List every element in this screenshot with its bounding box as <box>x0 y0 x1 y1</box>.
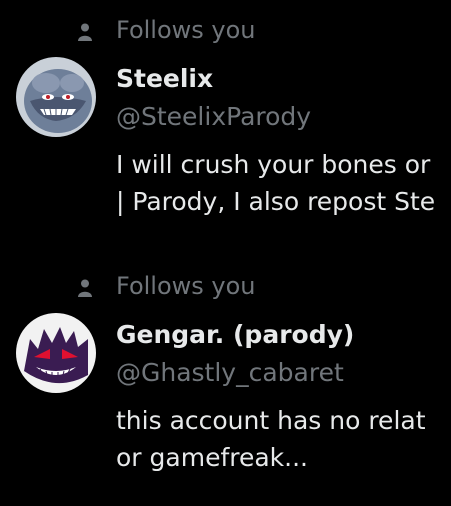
handle[interactable]: @Ghastly_cabaret <box>116 356 344 390</box>
follows-you-label: Follows you <box>116 16 256 44</box>
follower-item-steelix[interactable]: Follows you Steelix @SteelixParody I wil… <box>0 0 451 250</box>
bio-line: I will crush your bones or <box>116 150 431 179</box>
person-icon <box>78 279 92 297</box>
avatar[interactable] <box>16 57 96 137</box>
follows-you-label: Follows you <box>116 272 256 300</box>
follows-you-row: Follows you <box>0 0 451 44</box>
follower-item-gengar[interactable]: Follows you Gengar. (parody) @Ghastly_ca… <box>0 256 451 506</box>
bio-line: or gamefreak... <box>116 443 308 472</box>
bio-line: | Parody, I also repost Ste <box>116 187 436 216</box>
bio: I will crush your bones or | Parody, I a… <box>116 146 451 220</box>
follows-you-row: Follows you <box>0 256 451 300</box>
avatar[interactable] <box>16 313 96 393</box>
display-name[interactable]: Steelix <box>116 62 213 96</box>
handle[interactable]: @SteelixParody <box>116 100 311 134</box>
bio-line: this account has no relat <box>116 406 426 435</box>
person-icon <box>78 23 92 41</box>
display-name[interactable]: Gengar. (parody) <box>116 318 354 352</box>
bio: this account has no relat or gamefreak..… <box>116 402 451 476</box>
